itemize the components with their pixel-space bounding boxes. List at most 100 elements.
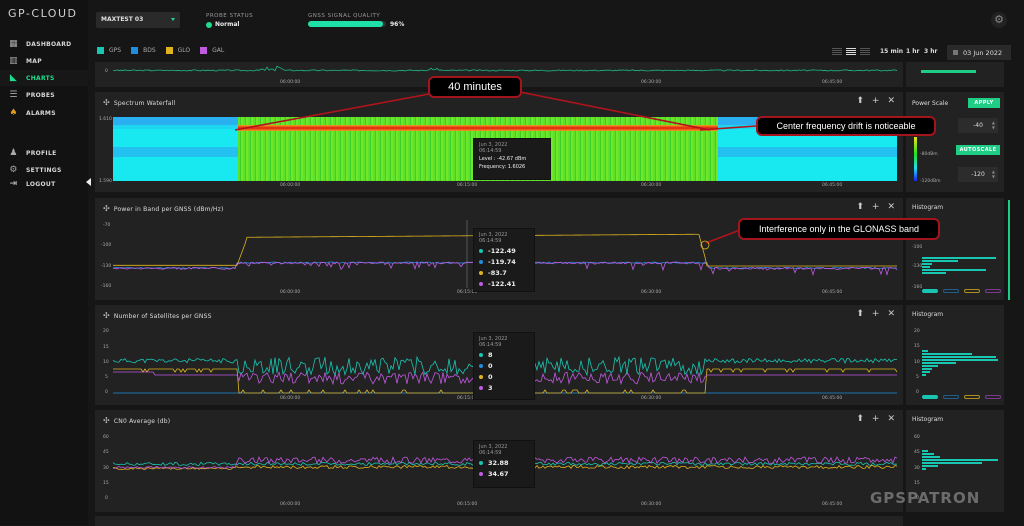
probe-status-label: PROBE STATUS [206,13,254,19]
satellites-histogram-panel: Histogram 20 15 10 5 0 [906,305,1004,405]
autoscale-button[interactable]: AUTOSCALE [956,145,1000,155]
histogram-bar [922,266,930,268]
histogram-bar [922,450,928,452]
apply-button[interactable]: APPLY [968,98,1000,108]
gnss-legend: GPS BDS GLO GAL [97,47,224,54]
legend-glo[interactable]: GLO [165,47,190,54]
pill-bds[interactable] [943,395,959,399]
sidebar: GP-CLOUD ▦ DASHBOARD ▥ MAP ◣ CHARTS ☰ PROBES… [0,0,91,525]
power-max-input[interactable]: -40 ▲ ▼ [958,118,998,133]
histogram-bar [922,272,946,274]
histogram-bar [922,350,928,352]
histogram-bar [922,257,996,259]
waterfall-tooltip: Jun 3, 2022 06:14:59 Level : -42.67 dBm … [473,138,551,180]
pill-gal[interactable] [985,289,1001,293]
collapse-sidebar-button[interactable] [86,178,91,186]
satellites-histogram-bars [922,350,998,377]
histogram-bar [922,374,926,376]
move-icon: ✣ [103,98,110,107]
satellites-tooltip: Jun 3, 2022 06:14:59 8 0 0 3 [473,332,535,400]
range-1hr-button[interactable]: 1 hr [906,48,920,55]
histogram-bar [922,462,982,464]
sidebar-item-charts[interactable]: ◣ CHARTS [0,70,88,86]
gpspatron-watermark: GPSPATRON [870,489,981,507]
histogram-bar [922,263,932,265]
probe-status: Normal [215,21,240,28]
cno-panel: ✣ CN0 Average (db) ⬆ + ✕ 60 45 30 15 0 06:0… [95,410,903,512]
grid-icon: ▦ [9,38,18,49]
layout-grid-button[interactable] [860,48,870,55]
area-chart-icon: ◣ [9,72,18,83]
sidebar-item-probes[interactable]: ☰ PROBES [0,87,88,103]
signal-quality-fill [308,21,383,27]
pill-gps[interactable] [922,289,938,293]
power-histogram-panel: Histogram -100 -130 -160 [906,198,1004,300]
settings-gear-button[interactable]: ⚙ [991,12,1007,28]
callout-drift: Center frequency drift is noticeable [756,116,936,136]
callout-duration: 40 minutes [428,76,522,98]
spectrum-waterfall-panel: ✣ Spectrum Waterfall ⬆ + ✕ 1.610 1.590 06:0… [95,92,903,192]
waterfall-title: ✣ Spectrum Waterfall [103,98,176,107]
power-tooltip: Jun 3, 2022 06:14:59 -122.49 -119.74 -83.… [473,228,535,292]
sidebar-item-logout[interactable]: ⇥ LOGOUT [0,176,88,192]
calendar-icon [953,50,958,55]
signal-quality-label: GNSS SIGNAL QUALITY [308,13,381,19]
histogram-bar [922,456,940,458]
layout-list-button[interactable] [846,48,856,55]
series-pills [922,289,1001,293]
pill-gps[interactable] [922,395,938,399]
histogram-bar [922,468,926,470]
power-band-panel: ✣ Power in Band per GNSS (dBm/Hz) ⬆ + ✕ -70… [95,198,903,300]
legend-gps[interactable]: GPS [97,47,121,54]
chevron-down-icon [171,18,175,21]
callout-interference: Interference only in the GLONASS band [738,218,940,240]
pill-glo[interactable] [964,289,980,293]
top-strip-histogram-bar [921,70,976,73]
logout-icon: ⇥ [9,178,18,189]
histogram-bar [922,353,972,355]
sidebar-item-map[interactable]: ▥ MAP [0,53,88,69]
histogram-bar [922,362,956,364]
power-min-input[interactable]: -120 ▲ ▼ [958,167,998,182]
user-icon: ♟ [9,147,18,158]
list-icon: ☰ [9,89,18,100]
add-icon[interactable]: + [872,96,880,106]
histogram-bar [922,459,998,461]
top-strip-side [906,62,1004,87]
histogram-bar [922,368,932,370]
scrollbar[interactable] [1008,200,1010,300]
signal-quality-value: 96% [390,21,405,28]
histogram-bar [922,260,958,262]
range-15min-button[interactable]: 15 min [880,48,903,55]
layout-toggle [832,48,870,55]
histogram-bar [922,359,998,361]
layout-compact-button[interactable] [832,48,842,55]
sidebar-item-alarms[interactable]: ♠ ALARMS [0,105,88,121]
date-picker[interactable]: 03 Jun 2022 [947,45,1011,60]
legend-gal[interactable]: GAL [200,47,224,54]
gear-icon: ⚙ [9,164,18,175]
cno-histogram-bars [922,450,998,471]
pill-gal[interactable] [985,395,1001,399]
pin-icon[interactable]: ⬆ [856,96,864,106]
histogram-bar [922,465,938,467]
power-scale-panel: Power Scale APPLY -40 ▲ ▼ -80dBm -120dBm A… [906,92,1004,192]
pill-bds[interactable] [943,289,959,293]
histogram-bar [922,365,938,367]
legend-bds[interactable]: BDS [131,47,156,54]
status-dot-icon [206,22,212,28]
power-colorbar [914,137,917,181]
signal-quality-bar [308,21,386,27]
close-icon[interactable]: ✕ [887,96,895,106]
sidebar-item-profile[interactable]: ♟ PROFILE [0,145,88,161]
strip-series-line [112,65,898,72]
panel-controls: ⬆ + ✕ [856,96,895,106]
cno-tooltip: Jun 3, 2022 06:14:59 32.88 34.67 [473,440,535,488]
histogram-bar [922,371,930,373]
range-3hr-button[interactable]: 3 hr [924,48,938,55]
histogram-bar [922,269,986,271]
probe-select[interactable]: MAXTEST 03 [96,12,180,28]
sidebar-item-dashboard[interactable]: ▦ DASHBOARD [0,36,88,52]
satellites-panel: ✣ Number of Satellites per GNSS ⬆ + ✕ 20 15… [95,305,903,405]
pill-glo[interactable] [964,395,980,399]
